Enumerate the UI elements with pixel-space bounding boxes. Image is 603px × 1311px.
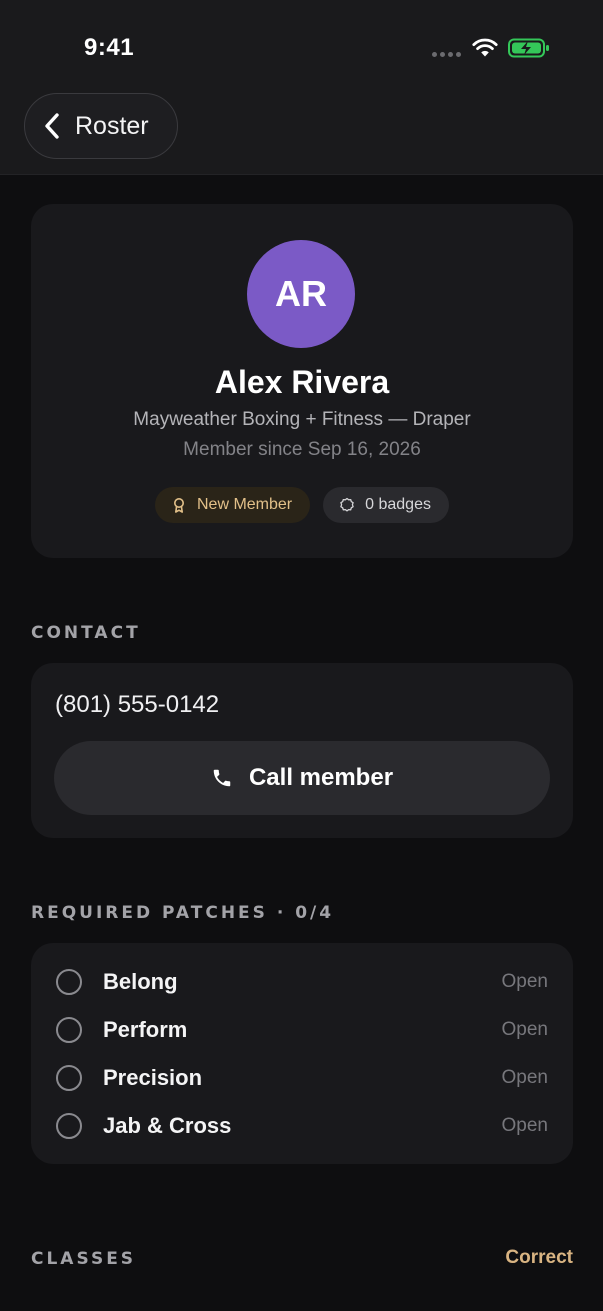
avatar: AR — [247, 240, 355, 348]
badge-outline-icon — [340, 497, 354, 512]
correct-classes-button[interactable]: Correct — [480, 1247, 573, 1269]
patch-row[interactable]: Precision Open — [31, 1058, 573, 1098]
classes-section-label: CLASSES — [31, 1249, 137, 1269]
status-time: 9:41 — [84, 34, 135, 61]
badge-row: New Member 0 badges — [31, 487, 573, 523]
phone-icon — [213, 769, 231, 787]
patch-status: Open — [501, 1115, 548, 1136]
patch-name: Perform — [103, 1017, 188, 1042]
patch-status: Open — [501, 1019, 548, 1040]
required-patches-card: Belong Open Perform Open Precision Open … — [31, 943, 573, 1164]
gym-name: Mayweather Boxing + Fitness — Draper — [133, 409, 471, 430]
patch-row[interactable]: Perform Open — [31, 1010, 573, 1050]
award-ribbon-icon — [174, 498, 184, 513]
patch-row[interactable]: Jab & Cross Open — [31, 1106, 573, 1146]
patch-name: Belong — [103, 969, 178, 994]
battery-charging-icon — [508, 38, 549, 58]
contact-section-label: CONTACT — [31, 623, 141, 643]
back-button-label: Roster — [75, 111, 149, 140]
member-name: Alex Rivera — [214, 364, 390, 400]
new-member-badge-label: New Member — [197, 496, 293, 513]
contact-card: (801) 555-0142 Call member — [31, 663, 573, 838]
call-member-label: Call member — [248, 764, 394, 791]
badges-count-badge[interactable]: 0 badges — [323, 487, 449, 523]
required-patches-section-label: REQUIRED PATCHES · 0/4 — [31, 903, 335, 923]
patch-name: Precision — [103, 1065, 203, 1090]
patch-status-circle-icon[interactable] — [56, 1113, 82, 1139]
member-profile-card: AR Alex Rivera Mayweather Boxing + Fitne… — [31, 204, 573, 558]
badges-count-label: 0 badges — [365, 496, 431, 513]
cellular-signal-icon — [432, 52, 461, 57]
call-member-button[interactable]: Call member — [54, 741, 550, 815]
patch-status-circle-icon[interactable] — [56, 1065, 82, 1091]
member-since: Member since Sep 16, 2026 — [183, 439, 421, 460]
patch-status: Open — [501, 971, 548, 992]
new-member-badge: New Member — [155, 487, 311, 523]
patch-row[interactable]: Belong Open — [31, 962, 573, 1002]
patch-status-circle-icon[interactable] — [56, 1017, 82, 1043]
phone-number: (801) 555-0142 — [55, 691, 220, 718]
patch-status: Open — [501, 1067, 548, 1088]
patch-status-circle-icon[interactable] — [56, 969, 82, 995]
back-button[interactable]: Roster — [24, 93, 178, 159]
chevron-left-icon — [45, 113, 59, 139]
patch-name: Jab & Cross — [103, 1113, 232, 1138]
wifi-icon — [472, 38, 498, 57]
navigation-header: 9:41 Roster — [0, 0, 603, 175]
